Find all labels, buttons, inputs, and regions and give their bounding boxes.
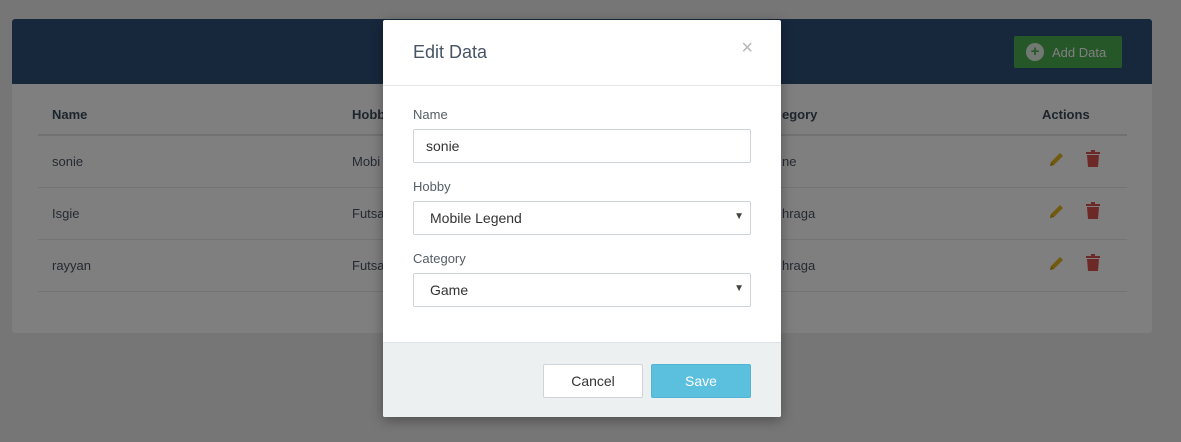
modal-header: Edit Data × [383, 20, 781, 86]
cancel-button[interactable]: Cancel [543, 364, 643, 398]
hobby-selected-value: Mobile Legend [430, 210, 522, 226]
edit-data-modal: Edit Data × Name Hobby Mobile Legend ▼ C… [383, 20, 781, 417]
chevron-down-icon: ▼ [734, 283, 744, 294]
save-button[interactable]: Save [651, 364, 751, 398]
category-select[interactable]: Game ▼ [413, 273, 751, 307]
name-input[interactable] [413, 129, 751, 163]
category-label: Category [413, 251, 466, 266]
close-icon[interactable]: × [741, 38, 753, 58]
hobby-label: Hobby [413, 179, 451, 194]
hobby-select[interactable]: Mobile Legend ▼ [413, 201, 751, 235]
modal-footer: Cancel Save [383, 342, 781, 417]
modal-body: Name Hobby Mobile Legend ▼ Category Game… [383, 86, 781, 342]
category-selected-value: Game [430, 282, 469, 298]
chevron-down-icon: ▼ [734, 211, 744, 222]
modal-title: Edit Data [413, 42, 488, 62]
name-label: Name [413, 107, 448, 122]
